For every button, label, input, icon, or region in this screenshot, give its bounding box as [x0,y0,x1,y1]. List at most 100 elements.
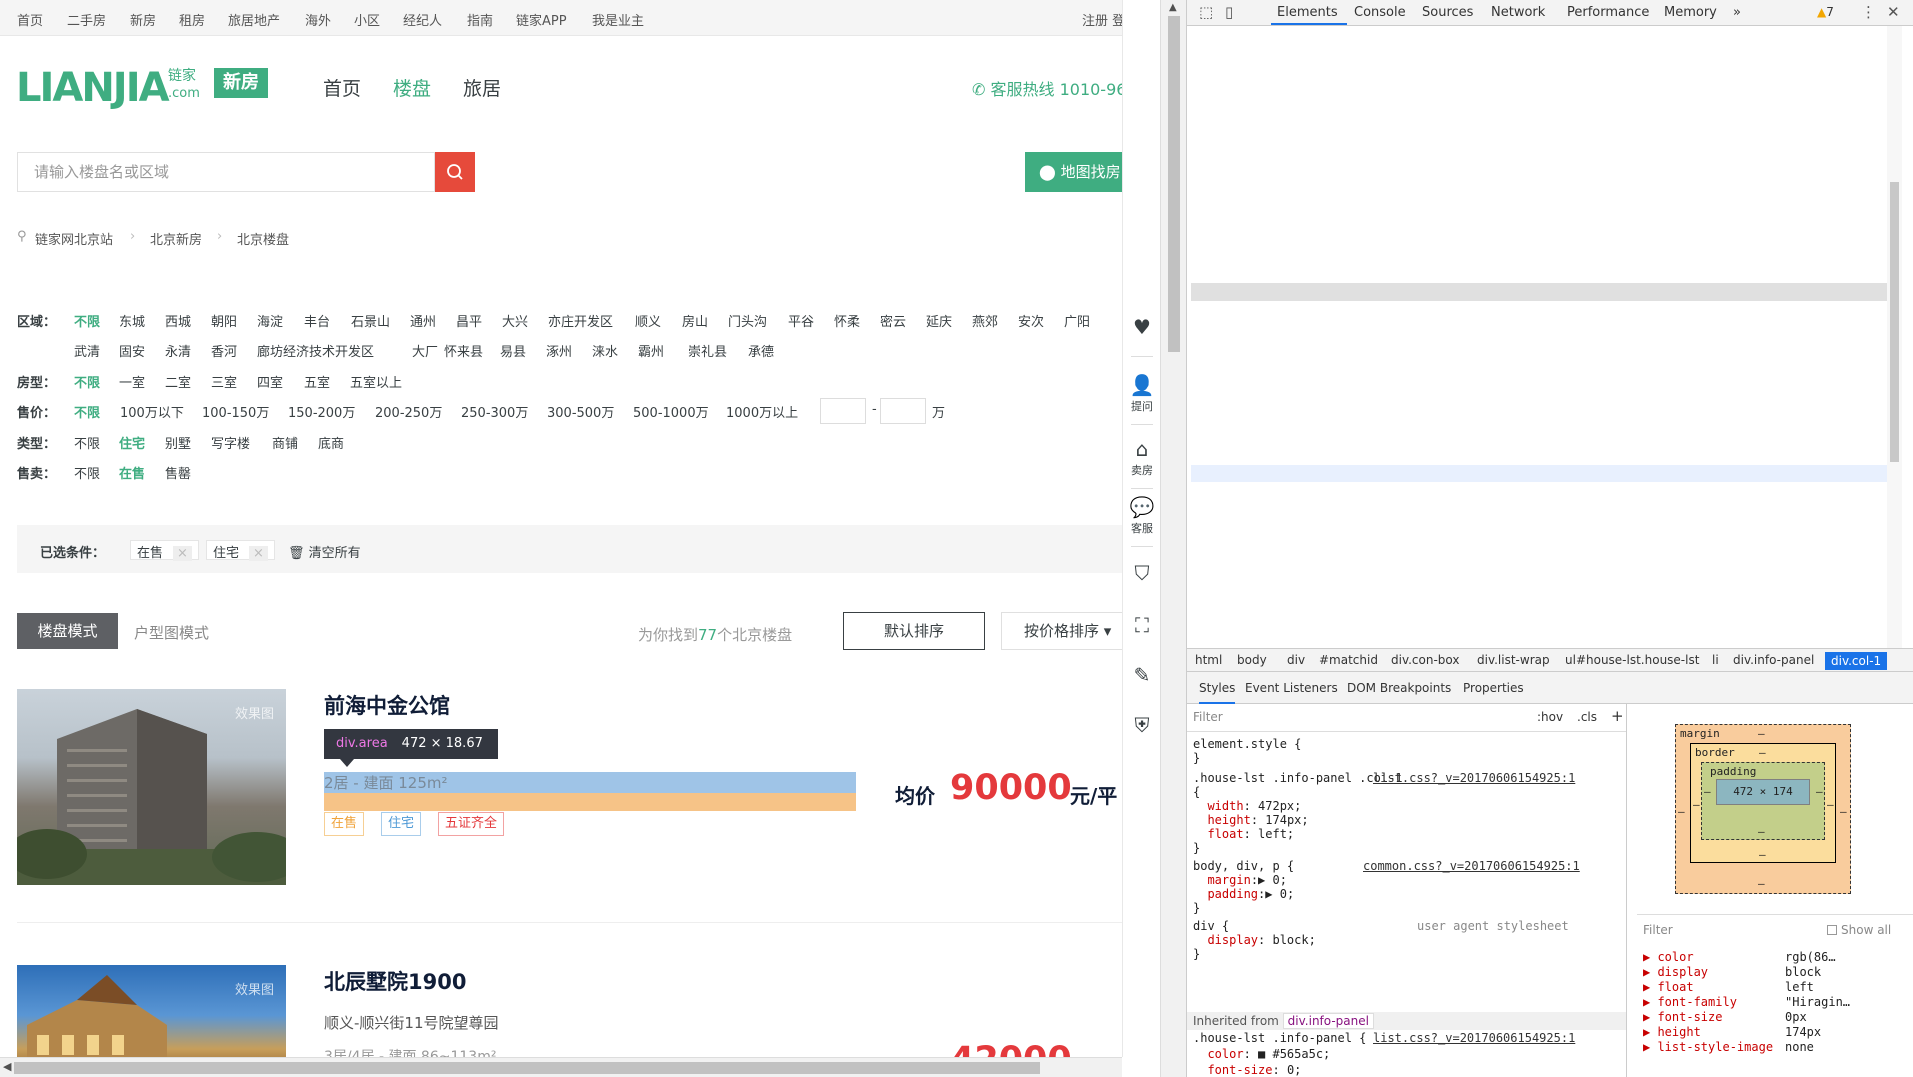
filter-option-sale[interactable]: 在售 [119,463,145,482]
filter-option-area[interactable]: 昌平 [456,311,482,330]
filter-option-area[interactable]: 西城 [165,311,191,330]
map-search-button[interactable]: ⬤ 地图找房 [1025,152,1122,192]
filter-option-room[interactable]: 五室 [304,372,330,391]
tab-loupan-mode[interactable]: 楼盘模式 [17,613,118,649]
more-tabs-icon[interactable]: » [1733,5,1741,20]
tab-dom-breakpoints[interactable]: DOM Breakpoints [1347,681,1451,695]
tab-event-listeners[interactable]: Event Listeners [1245,681,1338,695]
dom-tree[interactable]: ▼<div class="list-wrap">▼<ul id="house-l… [1187,26,1887,648]
warnings-count[interactable]: ▲7 [1817,5,1834,19]
computed-property[interactable]: ▶ height 174px [1643,1024,1821,1040]
feedback-button[interactable]: ✎ [1123,664,1161,686]
filter-option-area[interactable]: 顺义 [635,311,661,330]
topnav-zhinan[interactable]: 指南 [467,10,493,29]
filter-option-area[interactable]: 密云 [880,311,906,330]
crumb-col-1[interactable]: div.col-1 [1825,652,1888,670]
filter-option-price[interactable]: 100-150万 [202,402,269,421]
horizontal-scrollbar[interactable]: ◀ ▶ [0,1057,1122,1077]
selected-tag[interactable]: 在售 × [130,540,199,561]
filter-option-room[interactable]: 五室以上 [350,372,402,391]
guarantee-button[interactable]: ⛉ [1123,562,1161,584]
computed-property[interactable]: ▶ float left [1643,979,1814,995]
sort-default-button[interactable]: 默认排序 [843,612,985,650]
filter-option-area[interactable]: 霸州 [638,341,664,360]
filter-option-price[interactable]: 1000万以上 [726,402,798,421]
selected-tag[interactable]: 住宅 × [206,540,275,561]
filter-option-area[interactable]: 亦庄开发区 [548,311,613,330]
breadcrumb-item[interactable]: 北京新房 [150,229,202,248]
crumb-li[interactable]: li [1712,653,1719,667]
tab-properties[interactable]: Properties [1463,681,1524,695]
computed-property[interactable]: ▶ font-size 0px [1643,1009,1807,1025]
filter-option-type[interactable]: 别墅 [165,433,191,452]
crumb-html[interactable]: html [1195,653,1222,667]
filter-option-area[interactable]: 武清 [74,341,100,360]
price-min-input[interactable] [820,398,866,424]
crumb-house-lst[interactable]: ul#house-lst.house-lst [1565,653,1699,667]
topnav-lvju[interactable]: 旅居地产 [228,10,280,29]
filter-option-area[interactable]: 固安 [119,341,145,360]
device-toolbar-icon[interactable]: ▯ [1225,3,1233,21]
tab-sources[interactable]: Sources [1422,5,1473,20]
filter-option-type[interactable]: 底商 [318,433,344,452]
cls-toggle[interactable]: .cls [1577,710,1597,724]
filter-option-area[interactable]: 海淀 [257,311,283,330]
sell-button[interactable]: ⌂ 卖房 [1123,438,1161,478]
css-rule-line[interactable]: padding:▶ 0; [1193,886,1294,902]
css-rule-line[interactable]: float: left; [1193,826,1294,842]
page-vertical-scrollbar[interactable]: ▲ [1160,0,1186,1077]
mainnav-loupan[interactable]: 楼盘 [393,74,431,101]
css-rule-line[interactable]: element.style { [1193,736,1301,752]
scroll-left-icon[interactable]: ◀ [3,1060,11,1073]
listing-title[interactable]: 北辰墅院1900 [324,966,466,996]
filter-option-sale[interactable]: 不限 [74,463,100,482]
mainnav-home[interactable]: 首页 [323,74,361,101]
topnav-jingjiren[interactable]: 经纪人 [403,10,442,29]
tab-styles[interactable]: Styles [1199,681,1236,704]
tab-memory[interactable]: Memory [1664,5,1717,20]
search-button[interactable] [435,152,475,192]
filter-option-type[interactable]: 商铺 [272,433,298,452]
crumb-body[interactable]: body [1237,653,1267,667]
filter-option-type[interactable]: 住宅 [119,433,145,452]
computed-property[interactable]: ▶ list-style-image none [1643,1039,1814,1055]
filter-option-price[interactable]: 500-1000万 [633,402,709,421]
dom-scrollbar[interactable] [1887,26,1902,648]
filter-option-area[interactable]: 香河 [211,341,237,360]
tab-performance[interactable]: Performance [1567,5,1649,20]
hov-toggle[interactable]: :hov [1537,710,1563,724]
css-source-link[interactable]: list.css?_v=20170606154925:1 [1373,1030,1575,1046]
topnav-register[interactable]: 注册 登 [1082,10,1122,29]
filter-option-room[interactable]: 四室 [257,372,283,391]
listing-title[interactable]: 前海中金公馆 [324,690,450,720]
show-all-toggle[interactable]: Show all [1827,923,1891,937]
filter-option-price[interactable]: 300-500万 [547,402,614,421]
filter-option-area[interactable]: 承德 [748,341,774,360]
filter-option-area[interactable]: 广阳 [1064,311,1090,330]
inspect-element-icon[interactable]: ⬚ [1199,3,1213,21]
filter-option-area[interactable]: 石景山 [351,311,390,330]
filter-option-area[interactable]: 平谷 [788,311,814,330]
filter-option-area[interactable]: 不限 [74,311,100,330]
scroll-up-icon[interactable]: ▲ [1169,2,1177,13]
filter-option-type[interactable]: 不限 [74,433,100,452]
css-source-link[interactable]: common.css?_v=20170606154925:1 [1363,858,1580,874]
css-rule-line[interactable]: } [1193,900,1200,916]
filter-option-area[interactable]: 怀柔 [834,311,860,330]
css-source-link[interactable]: user agent stylesheet [1417,918,1569,934]
scrollbar-thumb[interactable] [1890,182,1899,462]
scrollbar-thumb[interactable] [1168,16,1180,352]
remove-tag-icon[interactable]: × [173,546,192,561]
filter-option-area[interactable]: 燕郊 [972,311,998,330]
crumb-con-box[interactable]: div.con-box [1391,653,1460,667]
filter-option-area[interactable]: 朝阳 [211,311,237,330]
favorite-button[interactable]: ♥ [1123,316,1161,338]
badge-button[interactable]: ⛨ [1123,714,1161,736]
breadcrumb-item[interactable]: 链家网北京站 [35,229,113,248]
service-button[interactable]: 💬 客服 [1123,496,1161,536]
topnav-xiaoqu[interactable]: 小区 [354,10,380,29]
computed-property[interactable]: ▶ display block [1643,964,1821,980]
computed-property[interactable]: ▶ color rgb(86… [1643,949,1836,965]
topnav-haiwai[interactable]: 海外 [305,10,331,29]
filter-option-area[interactable]: 怀来县 [444,341,483,360]
